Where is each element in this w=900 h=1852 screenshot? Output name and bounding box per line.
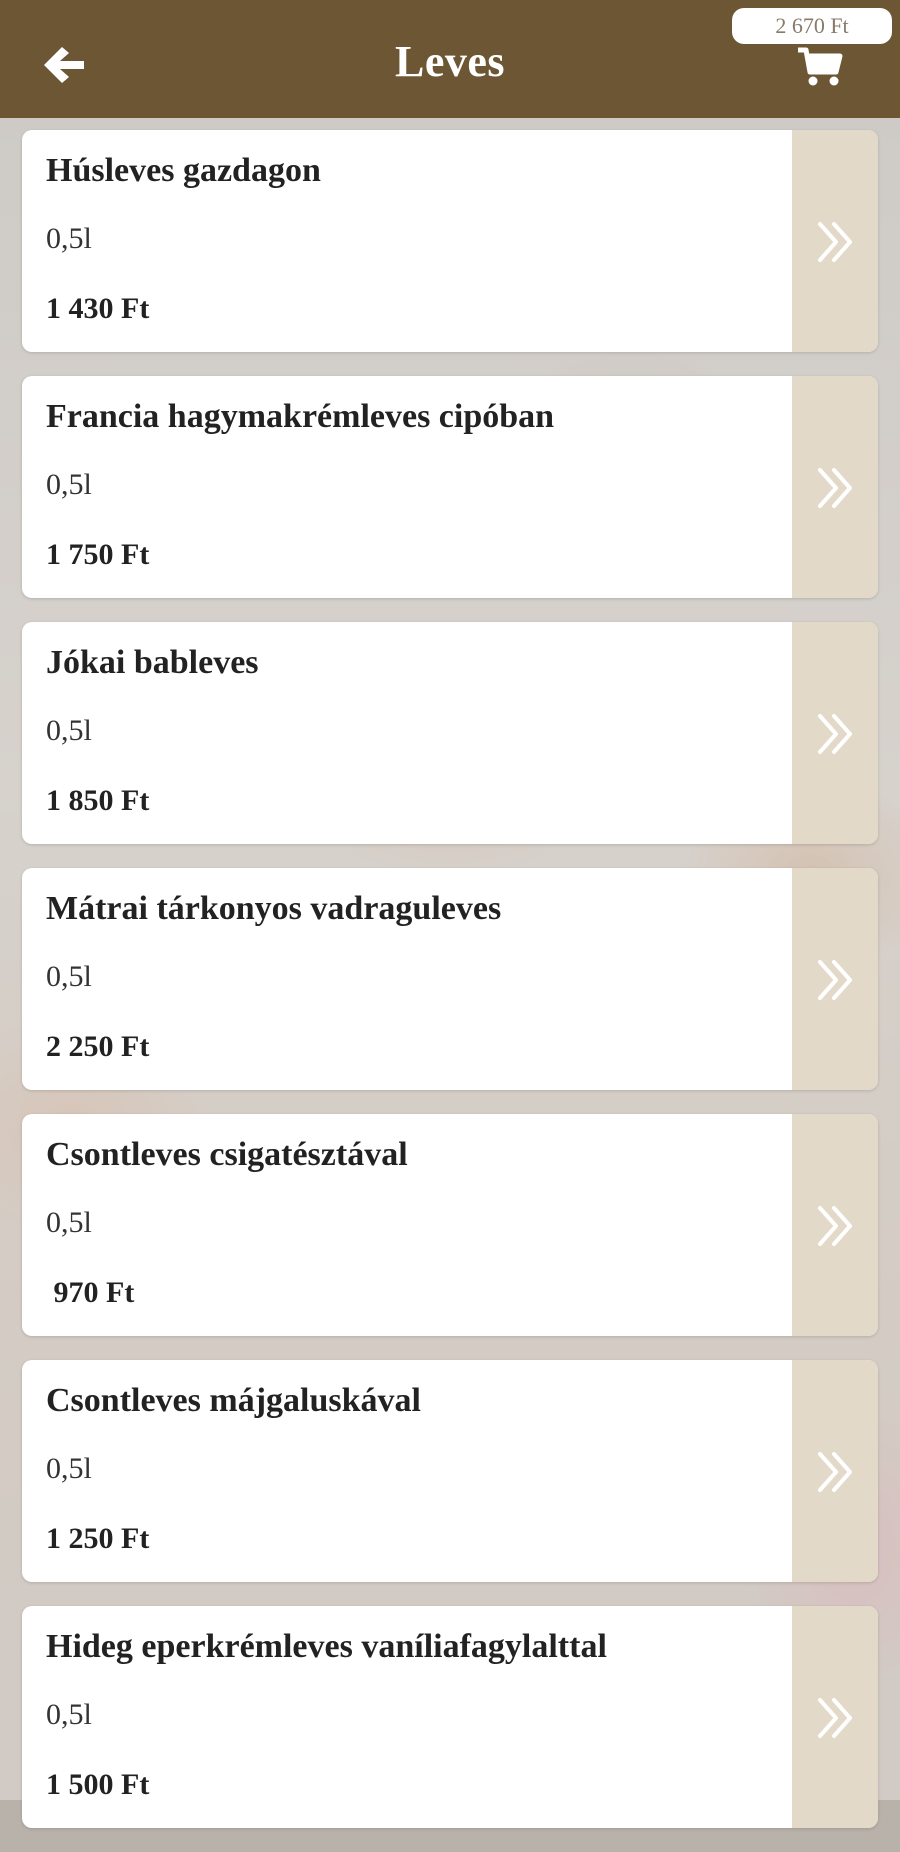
menu-item-volume: 0,5l — [46, 1452, 92, 1485]
double-chevron-right-icon — [818, 714, 852, 754]
menu-item-volume: 0,5l — [46, 1698, 92, 1731]
menu-item-price: 1 430 Ft — [46, 292, 150, 325]
menu-item-price: 1 750 Ft — [46, 538, 150, 571]
menu-item-volume: 0,5l — [46, 222, 92, 255]
menu-item-name: Csontleves csigatésztával — [46, 1136, 408, 1173]
menu-item-price: 2 250 Ft — [46, 1030, 150, 1063]
open-item-button[interactable] — [792, 868, 878, 1090]
menu-item-card[interactable]: Húsleves gazdagon 0,5l 1 430 Ft — [22, 130, 878, 352]
menu-item-card[interactable]: Csontleves csigatésztával 0,5l 970 Ft — [22, 1114, 878, 1336]
menu-item-volume: 0,5l — [46, 1206, 92, 1239]
open-item-button[interactable] — [792, 1360, 878, 1582]
menu-item-price: 970 Ft — [46, 1276, 135, 1309]
menu-item-card[interactable]: Francia hagymakrémleves cipóban 0,5l 1 750… — [22, 376, 878, 598]
app-header: Leves 2 670 Ft — [0, 0, 900, 118]
menu-item-name: Mátrai tárkonyos vadraguleves — [46, 890, 502, 927]
menu-item-name: Jókai bableves — [46, 644, 259, 681]
menu-item-name: Francia hagymakrémleves cipóban — [46, 398, 555, 435]
menu-item-name: Hideg eperkrémleves vaníliafagylalttal — [46, 1628, 607, 1665]
menu-item-volume: 0,5l — [46, 960, 92, 993]
open-item-button[interactable] — [792, 1606, 878, 1828]
open-item-button[interactable] — [792, 1114, 878, 1336]
menu-item-volume: 0,5l — [46, 714, 92, 747]
cart-total-badge[interactable]: 2 670 Ft — [732, 8, 892, 44]
menu-item-price: 1 250 Ft — [46, 1522, 150, 1555]
double-chevron-right-icon — [818, 222, 852, 262]
menu-item-name: Húsleves gazdagon — [46, 152, 321, 189]
open-item-button[interactable] — [792, 376, 878, 598]
double-chevron-right-icon — [818, 1206, 852, 1246]
menu-item-card[interactable]: Csontleves májgaluskával 0,5l 1 250 Ft — [22, 1360, 878, 1582]
menu-item-volume: 0,5l — [46, 468, 92, 501]
double-chevron-right-icon — [818, 1698, 852, 1738]
open-item-button[interactable] — [792, 130, 878, 352]
double-chevron-right-icon — [818, 468, 852, 508]
open-item-button[interactable] — [792, 622, 878, 844]
menu-item-card[interactable]: Jókai bableves 0,5l 1 850 Ft — [22, 622, 878, 844]
menu-item-price: 1 500 Ft — [46, 1768, 150, 1801]
menu-item-card[interactable]: Hideg eperkrémleves vaníliafagylalttal 0,… — [22, 1606, 878, 1828]
shopping-cart-icon[interactable] — [796, 46, 844, 88]
menu-item-card[interactable]: Mátrai tárkonyos vadraguleves 0,5l 2 250 F… — [22, 868, 878, 1090]
double-chevron-right-icon — [818, 960, 852, 1000]
menu-item-price: 1 850 Ft — [46, 784, 150, 817]
menu-item-name: Csontleves májgaluskával — [46, 1382, 421, 1419]
menu-item-list: Húsleves gazdagon 0,5l 1 430 Ft Francia hag… — [22, 130, 878, 1852]
double-chevron-right-icon — [818, 1452, 852, 1492]
